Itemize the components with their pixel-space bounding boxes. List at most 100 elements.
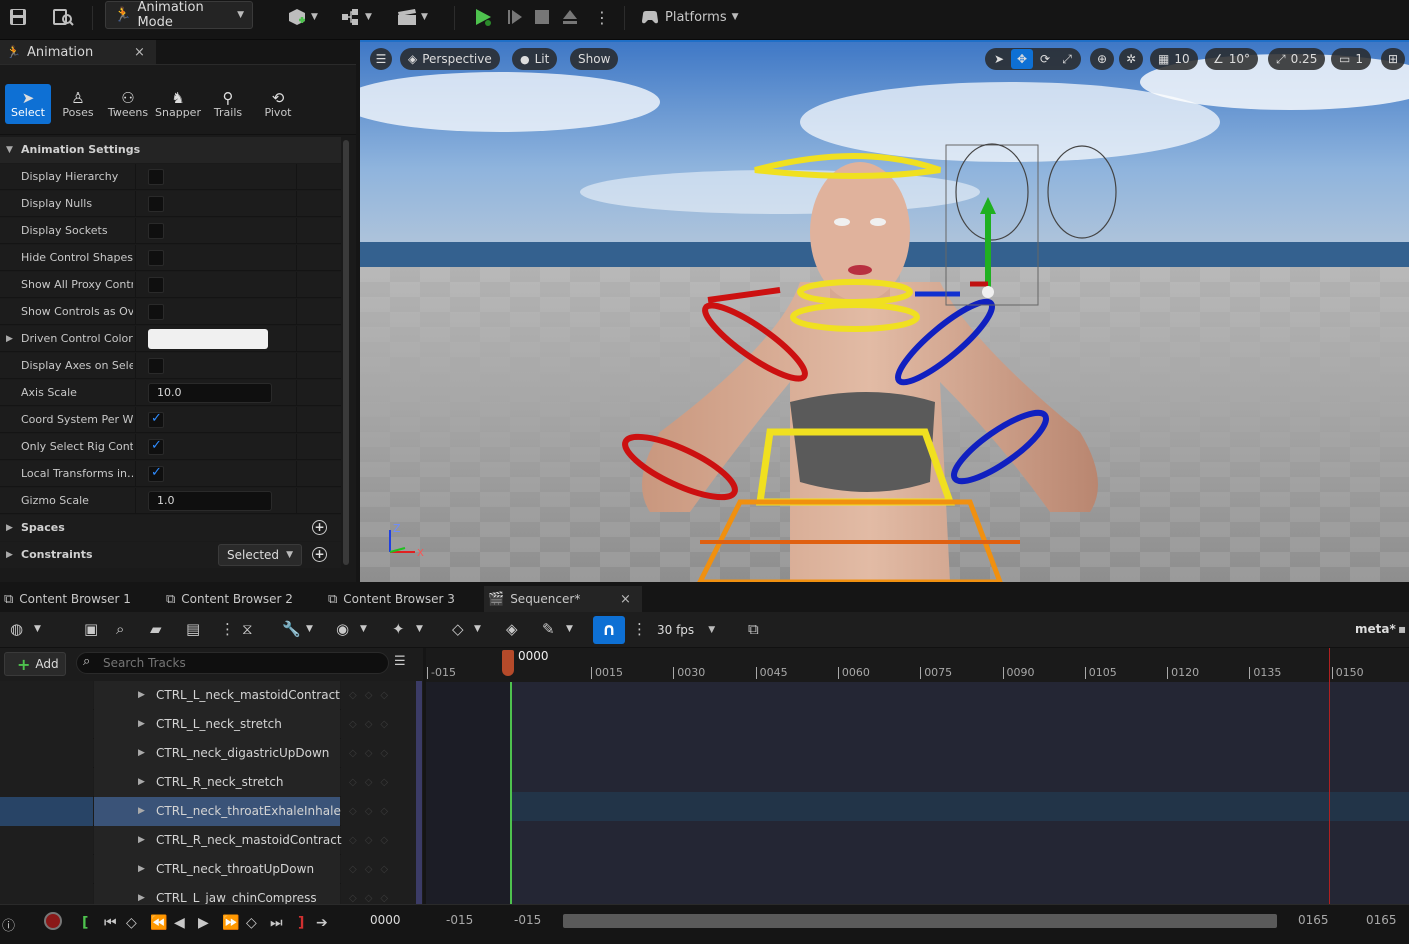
rotate-icon[interactable]: ⟳ (1035, 52, 1055, 66)
tab-animation[interactable]: 🏃 Animation × (0, 40, 156, 64)
expand-triangle-icon[interactable]: ▶ (138, 739, 145, 768)
add-circle-icon[interactable]: + (312, 547, 327, 562)
expand-triangle-icon[interactable]: ▶ (6, 326, 13, 352)
mode-button-pivot[interactable]: ⟲ Pivot (255, 84, 301, 124)
column-divider[interactable] (135, 299, 136, 325)
jump-to-end-icon[interactable]: ⏭ (270, 915, 283, 931)
key-navigation-buttons[interactable]: ◇◇◇ (341, 710, 416, 739)
expand-triangle-icon[interactable]: ▶ (138, 681, 145, 710)
mode-button-trails[interactable]: ⚲ Trails (205, 84, 251, 124)
perspective-button[interactable]: ◈ Perspective (400, 48, 500, 70)
auto-key-icon[interactable]: ✦ (392, 620, 405, 638)
lit-button[interactable]: ● Lit (512, 48, 558, 70)
setting-checkbox[interactable] (148, 169, 164, 185)
expand-triangle-icon[interactable]: ▶ (138, 710, 145, 739)
step-forward-icon[interactable]: ⏩ (222, 915, 239, 931)
viewport-options-button[interactable]: ☰ (370, 48, 392, 70)
platforms-dropdown[interactable]: Platforms ▼ (640, 4, 739, 30)
column-divider[interactable] (135, 461, 136, 487)
filter-icon[interactable]: ☰ (394, 654, 406, 669)
save-icon[interactable] (8, 4, 28, 30)
chevron-down-icon[interactable]: ▼ (566, 624, 573, 634)
key-navigation-buttons[interactable]: ◇◇◇ (341, 681, 416, 710)
grid-snap-button[interactable]: ▦ 10 (1150, 48, 1198, 70)
blueprint-button[interactable]: ▼ (340, 4, 372, 30)
mode-button-snapper[interactable]: ♞ Snapper (155, 84, 201, 124)
current-frame-field[interactable]: 0000 (370, 913, 401, 927)
setting-checkbox[interactable] (148, 196, 164, 212)
cinematics-button[interactable]: ▼ (396, 4, 428, 30)
setting-checkbox[interactable] (148, 277, 164, 293)
select-cursor-icon[interactable]: ➤ (989, 52, 1009, 66)
track-row[interactable]: ◇◇◇ ▶ CTRL_neck_digastricUpDown (0, 739, 416, 768)
close-icon[interactable]: × (134, 45, 145, 60)
track-row[interactable]: ◇◇◇ ▶ CTRL_R_neck_mastoidContract (0, 826, 416, 855)
sequencer-timeline[interactable]: -015 0015 0030 0045 0060 0075 0090 0105 0120 0135… (426, 648, 1409, 904)
scale-snap-button[interactable]: ⤢ 0.25 (1268, 48, 1326, 70)
tab-content-browser-3[interactable]: ⧉ Content Browser 3 (324, 586, 480, 612)
track-row[interactable]: ◇◇◇ ▶ CTRL_neck_throatUpDown (0, 855, 416, 884)
eye-icon[interactable]: ◉ (336, 620, 349, 638)
column-divider[interactable] (135, 272, 136, 298)
playback-end-bracket-icon[interactable]: ] (298, 915, 304, 931)
scale-icon[interactable]: ⤢ (1057, 52, 1077, 67)
find-in-browser-icon[interactable]: ⌕ (116, 620, 124, 638)
camera-speed-button[interactable]: ▭ 1 (1331, 48, 1371, 70)
expand-triangle-icon[interactable]: ▶ (138, 768, 145, 797)
play-button[interactable] (472, 4, 494, 30)
render-movie-icon[interactable]: ⧖ (242, 620, 253, 638)
working-range-end[interactable]: 0165 (1298, 913, 1329, 927)
track-row[interactable]: ◇◇◇ ▶ CTRL_neck_throatExhaleInhale (0, 797, 416, 826)
chevron-down-icon[interactable]: ▼ (306, 624, 313, 634)
setting-number-field[interactable]: 10.0 (148, 383, 272, 403)
surface-snap-button[interactable]: ✲ (1119, 48, 1143, 70)
key-navigation-buttons[interactable]: ◇◇◇ (341, 797, 416, 826)
expand-triangle-icon[interactable]: ▶ (138, 797, 145, 826)
curve-editor-icon[interactable]: ⧉ (748, 620, 759, 638)
level-viewport[interactable]: Z X ☰ ◈ Perspective ● Lit Show ➤ ✥ ⟳ ⤢ ⊕… (360, 40, 1409, 582)
setting-checkbox[interactable] (148, 411, 164, 428)
color-swatch[interactable] (148, 329, 268, 349)
snap-magnet-icon[interactable]: ∩ (593, 616, 625, 644)
section-animation-settings[interactable]: ▼ Animation Settings (0, 137, 341, 163)
play-reverse-icon[interactable]: ◀ (174, 915, 185, 931)
setting-number-field[interactable]: 1.0 (148, 491, 272, 511)
track-row[interactable]: ◇◇◇ ▶ CTRL_L_neck_stretch (0, 710, 416, 739)
setting-checkbox[interactable] (148, 250, 164, 266)
view-range-end[interactable]: 0165 (1366, 913, 1397, 927)
loop-arrow-icon[interactable]: ➔ (316, 915, 328, 931)
working-range-start[interactable]: -015 (514, 913, 541, 927)
clapperboard-icon[interactable]: ▤ (186, 620, 200, 638)
next-key-icon[interactable]: ◇ (246, 915, 257, 931)
column-divider[interactable] (135, 218, 136, 244)
column-divider[interactable] (135, 191, 136, 217)
tab-content-browser-2[interactable]: ⧉ Content Browser 2 (162, 586, 320, 612)
rotation-snap-button[interactable]: ∠ 10° (1205, 48, 1259, 70)
chevron-down-icon[interactable]: ▼ (474, 624, 481, 634)
fps-dropdown[interactable]: 30 fps ▼ (657, 620, 715, 640)
chevron-down-icon[interactable]: ▼ (34, 624, 41, 634)
column-divider[interactable] (135, 353, 136, 379)
mode-button-select[interactable]: ➤ Select (5, 84, 51, 124)
chevron-down-icon[interactable]: ▼ (360, 624, 367, 634)
step-forward-button[interactable] (505, 4, 525, 30)
tab-sequencer[interactable]: 🎬 Sequencer* × (484, 586, 642, 612)
track-search-input[interactable] (103, 655, 383, 671)
setting-checkbox[interactable] (148, 465, 164, 482)
panel-scrollbar[interactable] (343, 140, 349, 565)
more-options-icon[interactable]: ⋮ (632, 620, 647, 638)
track-row[interactable]: ◇◇◇ ▶ CTRL_L_neck_mastoidContract (0, 681, 416, 710)
column-divider[interactable] (135, 164, 136, 190)
mode-button-tweens[interactable]: ⚇ Tweens (105, 84, 151, 124)
camera-cut-icon[interactable]: ▰ (150, 620, 162, 638)
key-diamond-icon[interactable]: ◇ (452, 620, 464, 638)
section-spaces[interactable]: ▶ Spaces + (0, 515, 341, 541)
view-range-start[interactable]: -015 (446, 913, 473, 927)
setting-checkbox[interactable] (148, 438, 164, 455)
mode-button-poses[interactable]: ♙ Poses (55, 84, 101, 124)
playhead-handle[interactable] (502, 650, 514, 676)
expand-triangle-icon[interactable]: ▶ (138, 855, 145, 884)
expand-triangle-icon[interactable]: ▶ (138, 826, 145, 855)
world-globe-icon[interactable]: ◍ (10, 620, 23, 638)
key-interp-icon[interactable]: ◈ (506, 620, 518, 638)
